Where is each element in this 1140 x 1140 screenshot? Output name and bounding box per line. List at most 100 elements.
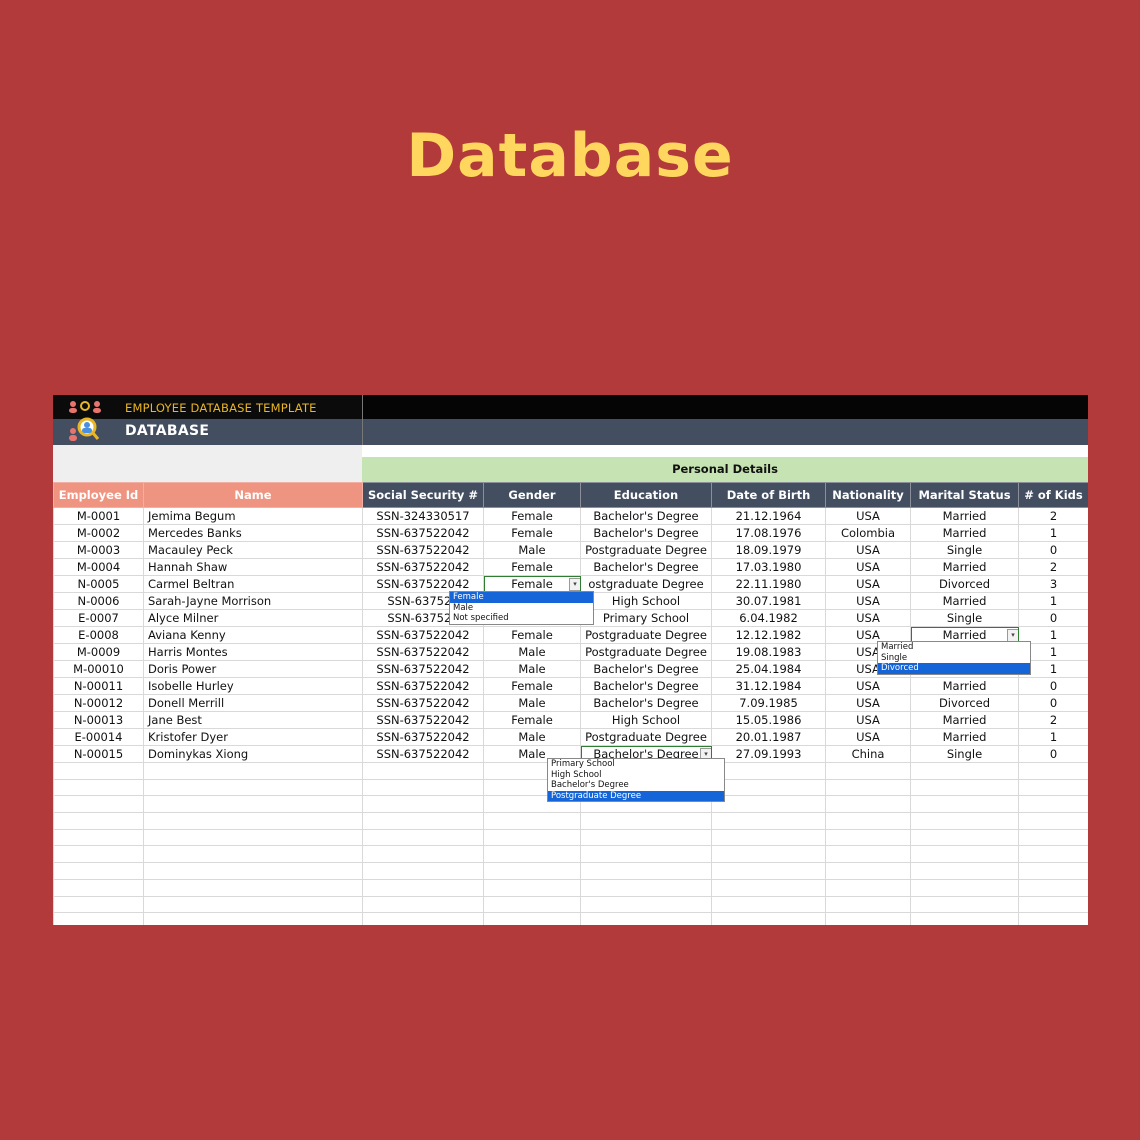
empty-cell[interactable] — [483, 878, 581, 897]
cell-name[interactable]: Macauley Peck — [143, 541, 363, 559]
cell-employee-id[interactable]: M-0003 — [53, 541, 144, 559]
empty-cell[interactable] — [580, 812, 712, 830]
empty-cell[interactable] — [53, 795, 144, 814]
column-header-employee-id[interactable]: Employee Id — [53, 482, 144, 508]
empty-cell[interactable] — [143, 795, 363, 814]
cell-name[interactable]: Alyce Milner — [143, 609, 363, 627]
empty-cell[interactable] — [483, 845, 581, 864]
empty-cell[interactable] — [143, 895, 363, 914]
empty-cell[interactable] — [711, 912, 826, 925]
column-header-date-of-birth[interactable]: Date of Birth — [711, 482, 826, 508]
empty-cell[interactable] — [825, 812, 911, 830]
empty-cell[interactable] — [143, 845, 363, 864]
empty-cell[interactable] — [362, 795, 484, 814]
empty-cell[interactable] — [825, 795, 911, 814]
cell-ssn[interactable]: SSN-637522042 — [362, 643, 484, 661]
cell-gender[interactable]: Male — [483, 728, 581, 746]
cell-ssn[interactable]: SSN-637522042 — [362, 745, 484, 763]
empty-cell[interactable] — [362, 812, 484, 830]
empty-cell[interactable] — [825, 828, 911, 847]
empty-cell[interactable] — [143, 878, 363, 897]
empty-cell[interactable] — [580, 828, 712, 847]
cell-name[interactable]: Donell Merrill — [143, 694, 363, 712]
cell-employee-id[interactable]: M-0001 — [53, 507, 144, 525]
cell-ssn[interactable]: SSN-637522042 — [362, 575, 484, 593]
cell-date-of-birth[interactable]: 31.12.1984 — [711, 677, 826, 695]
cell-kids[interactable]: 0 — [1018, 609, 1088, 627]
cell-name[interactable]: Isobelle Hurley — [143, 677, 363, 695]
cell-date-of-birth[interactable]: 21.12.1964 — [711, 507, 826, 525]
empty-cell[interactable] — [1018, 812, 1088, 830]
cell-nationality[interactable]: China — [825, 745, 911, 763]
empty-cell[interactable] — [1018, 828, 1088, 847]
cell-marital-status[interactable]: Single — [910, 541, 1019, 559]
empty-cell[interactable] — [483, 828, 581, 847]
cell-name[interactable]: Kristofer Dyer — [143, 728, 363, 746]
dropdown-arrow-icon[interactable]: ▾ — [569, 578, 580, 591]
cell-employee-id[interactable]: M-0009 — [53, 643, 144, 661]
cell-ssn[interactable]: SSN-637522042 — [362, 694, 484, 712]
empty-cell[interactable] — [483, 862, 581, 880]
dropdown-option[interactable]: High School — [548, 770, 724, 781]
cell-gender[interactable]: Female — [483, 626, 581, 644]
cell-gender[interactable]: Female — [483, 524, 581, 542]
cell-name[interactable]: Dominykas Xiong — [143, 745, 363, 763]
cell-date-of-birth[interactable]: 27.09.1993 — [711, 745, 826, 763]
cell-date-of-birth[interactable]: 19.08.1983 — [711, 643, 826, 661]
empty-cell[interactable] — [362, 912, 484, 925]
empty-cell[interactable] — [910, 778, 1019, 797]
empty-cell[interactable] — [711, 778, 826, 797]
empty-cell[interactable] — [711, 795, 826, 814]
empty-cell[interactable] — [910, 795, 1019, 814]
cell-ssn[interactable]: SSN-637522042 — [362, 524, 484, 542]
cell-marital-status[interactable]: Divorced — [910, 694, 1019, 712]
empty-cell[interactable] — [580, 845, 712, 864]
cell-nationality[interactable]: USA — [825, 609, 911, 627]
empty-cell[interactable] — [580, 912, 712, 925]
cell-date-of-birth[interactable]: 12.12.1982 — [711, 626, 826, 644]
cell-marital-status[interactable]: Married — [910, 677, 1019, 695]
cell-employee-id[interactable]: N-00011 — [53, 677, 144, 695]
cell-education[interactable]: Bachelor's Degree — [580, 694, 712, 712]
cell-ssn[interactable]: SSN-637522042 — [362, 660, 484, 678]
empty-cell[interactable] — [53, 778, 144, 797]
dropdown-option[interactable]: Postgraduate Degree — [548, 790, 724, 801]
cell-ssn[interactable]: SSN-637522042 — [362, 711, 484, 729]
cell-kids[interactable]: 2 — [1018, 711, 1088, 729]
empty-cell[interactable] — [143, 828, 363, 847]
column-header-name[interactable]: Name — [143, 482, 363, 508]
cell-kids[interactable]: 2 — [1018, 558, 1088, 576]
cell-marital-status[interactable]: Married — [910, 728, 1019, 746]
empty-cell[interactable] — [362, 845, 484, 864]
empty-cell[interactable] — [53, 912, 144, 925]
empty-cell[interactable] — [143, 778, 363, 797]
empty-cell[interactable] — [53, 812, 144, 830]
cell-marital-status[interactable]: Divorced — [910, 575, 1019, 593]
empty-cell[interactable] — [53, 878, 144, 897]
cell-education[interactable]: Primary School — [580, 609, 712, 627]
cell-marital-status[interactable]: Married — [910, 507, 1019, 525]
dropdown-option[interactable]: Female — [450, 592, 593, 603]
cell-gender[interactable]: Male — [483, 660, 581, 678]
cell-marital-status[interactable]: Married — [910, 592, 1019, 610]
cell-nationality[interactable]: USA — [825, 575, 911, 593]
cell-marital-status[interactable]: Married — [910, 524, 1019, 542]
cell-date-of-birth[interactable]: 6.04.1982 — [711, 609, 826, 627]
empty-cell[interactable] — [483, 895, 581, 914]
empty-cell[interactable] — [910, 878, 1019, 897]
empty-cell[interactable] — [711, 878, 826, 897]
empty-cell[interactable] — [1018, 878, 1088, 897]
cell-gender[interactable]: Male — [483, 643, 581, 661]
empty-cell[interactable] — [53, 895, 144, 914]
cell-kids[interactable]: 1 — [1018, 728, 1088, 746]
cell-employee-id[interactable]: M-0004 — [53, 558, 144, 576]
empty-cell[interactable] — [711, 828, 826, 847]
empty-cell[interactable] — [143, 862, 363, 880]
empty-cell[interactable] — [362, 862, 484, 880]
cell-date-of-birth[interactable]: 17.03.1980 — [711, 558, 826, 576]
cell-ssn[interactable]: SSN-637522042 — [362, 541, 484, 559]
empty-cell[interactable] — [711, 895, 826, 914]
cell-education[interactable]: Postgraduate Degree — [580, 643, 712, 661]
cell-employee-id[interactable]: E-0008 — [53, 626, 144, 644]
cell-employee-id[interactable]: N-00015 — [53, 745, 144, 763]
